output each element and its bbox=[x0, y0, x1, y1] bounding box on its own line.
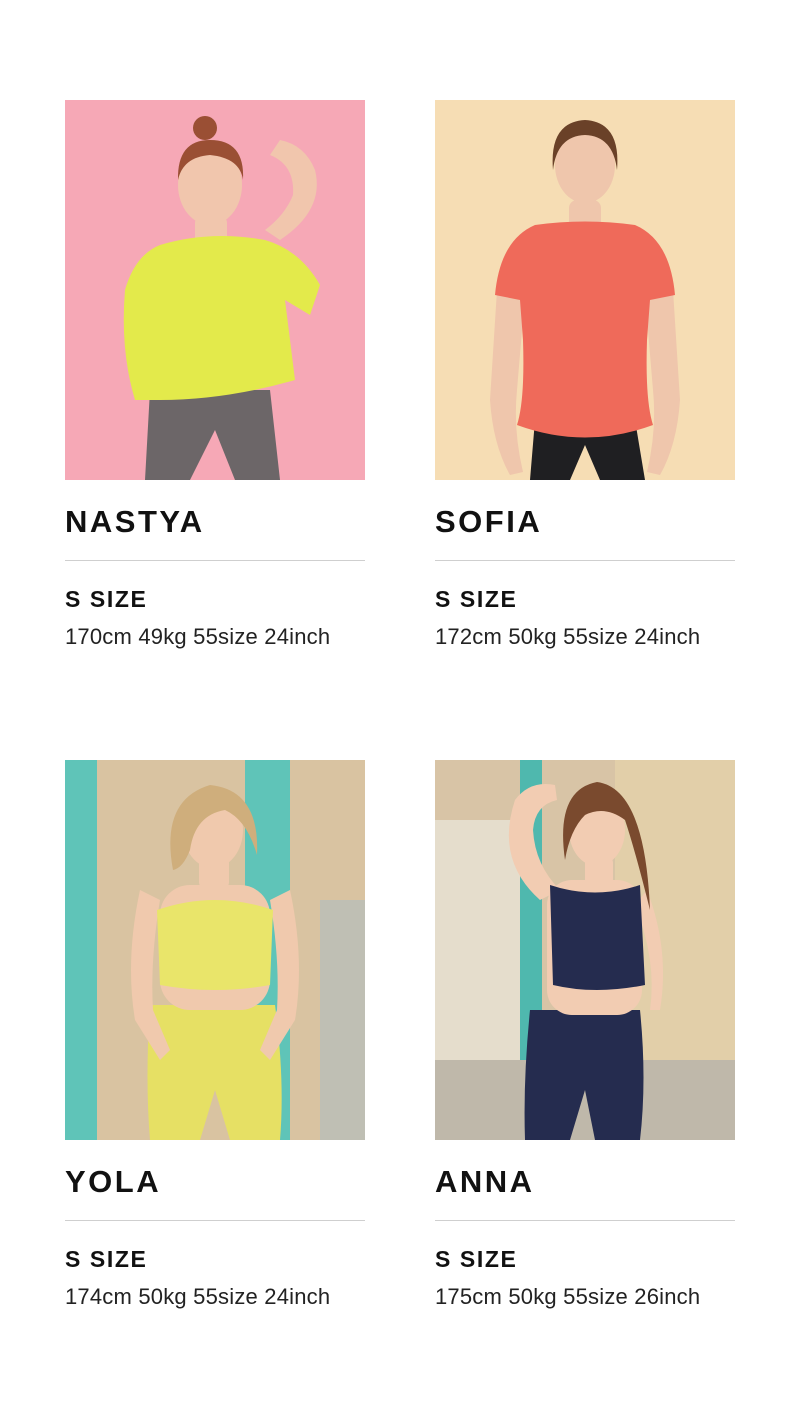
model-photo-illustration bbox=[65, 760, 365, 1140]
size-label: S SIZE bbox=[65, 1246, 148, 1272]
model-grid: NASTYA S SIZE 170cm 49kg 55size 24inch S… bbox=[65, 100, 735, 1420]
model-name: ANNA bbox=[435, 1164, 535, 1199]
size-label: S SIZE bbox=[435, 586, 518, 612]
size-label: S SIZE bbox=[435, 1246, 518, 1272]
divider bbox=[435, 1220, 735, 1221]
model-measurements: 172cm 50kg 55size 24inch bbox=[435, 624, 701, 649]
model-photo-illustration bbox=[435, 100, 735, 480]
model-photo bbox=[65, 100, 365, 480]
model-measurements: 174cm 50kg 55size 24inch bbox=[65, 1284, 331, 1309]
model-card: YOLA S SIZE 174cm 50kg 55size 24inch bbox=[65, 760, 365, 1420]
divider bbox=[65, 560, 365, 561]
model-card: ANNA S SIZE 175cm 50kg 55size 26inch bbox=[435, 760, 735, 1420]
model-photo-illustration bbox=[65, 100, 365, 480]
divider bbox=[65, 1220, 365, 1221]
model-photo bbox=[65, 760, 365, 1140]
model-photo-illustration bbox=[435, 760, 735, 1140]
model-measurements: 170cm 49kg 55size 24inch bbox=[65, 624, 331, 649]
model-card: SOFIA S SIZE 172cm 50kg 55size 24inch bbox=[435, 100, 735, 760]
model-card: NASTYA S SIZE 170cm 49kg 55size 24inch bbox=[65, 100, 365, 760]
model-name: SOFIA bbox=[435, 504, 543, 539]
model-name: YOLA bbox=[65, 1164, 162, 1199]
model-photo bbox=[435, 760, 735, 1140]
model-measurements: 175cm 50kg 55size 26inch bbox=[435, 1284, 701, 1309]
size-label: S SIZE bbox=[65, 586, 148, 612]
model-photo bbox=[435, 100, 735, 480]
divider bbox=[435, 560, 735, 561]
model-name: NASTYA bbox=[65, 504, 205, 539]
